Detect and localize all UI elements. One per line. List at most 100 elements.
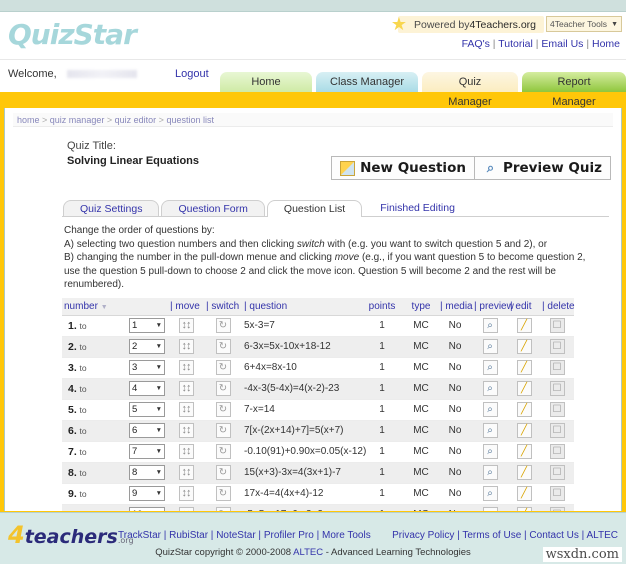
instructions-text: Change the order of questions by: A) sel… bbox=[62, 221, 609, 298]
edit-icon[interactable]: ╱ bbox=[517, 465, 532, 480]
preview-icon[interactable]: ⌕ bbox=[483, 339, 498, 354]
delete-icon[interactable]: ☐ bbox=[550, 318, 565, 333]
question-text: 15(x+3)-3x=4(3x+1)-7 bbox=[244, 467, 341, 478]
table-row: 10. to10▼↕↕↻-5+5x+17=6x-3+2x1MCNo⌕╱☐ bbox=[62, 504, 574, 512]
edit-icon[interactable]: ╱ bbox=[517, 318, 532, 333]
move-icon[interactable]: ↕↕ bbox=[179, 381, 194, 396]
row-number: 7. bbox=[68, 446, 77, 458]
row-position-select-cell: 4▼ bbox=[124, 378, 168, 399]
footer-link-more-tools[interactable]: More Tools bbox=[322, 530, 371, 541]
link-tutorial[interactable]: Tutorial bbox=[498, 38, 533, 50]
row-move-cell: ↕↕ bbox=[168, 357, 204, 378]
footer-link-altec[interactable]: ALTEC bbox=[587, 530, 619, 541]
nav-tab-home[interactable]: Home bbox=[220, 72, 312, 92]
preview-icon[interactable]: ⌕ bbox=[483, 423, 498, 438]
link-home[interactable]: Home bbox=[592, 38, 620, 50]
tab-question-list[interactable]: Question List bbox=[267, 200, 362, 217]
delete-icon[interactable]: ☐ bbox=[550, 486, 565, 501]
delete-icon[interactable]: ☐ bbox=[550, 360, 565, 375]
delete-icon[interactable]: ☐ bbox=[550, 444, 565, 459]
move-icon[interactable]: ↕↕ bbox=[179, 318, 194, 333]
delete-icon[interactable]: ☐ bbox=[550, 465, 565, 480]
move-icon[interactable]: ↕↕ bbox=[179, 360, 194, 375]
position-select[interactable]: 4▼ bbox=[129, 381, 165, 396]
row-number-cell: 7. to bbox=[62, 441, 124, 462]
tab-quiz-settings[interactable]: Quiz Settings bbox=[63, 200, 159, 217]
nav-tab-class-manager[interactable]: Class Manager bbox=[316, 72, 418, 92]
preview-icon[interactable]: ⌕ bbox=[483, 318, 498, 333]
preview-icon[interactable]: ⌕ bbox=[483, 465, 498, 480]
move-icon[interactable]: ↕↕ bbox=[179, 465, 194, 480]
breadcrumb-quiz-editor[interactable]: quiz editor bbox=[115, 115, 157, 125]
edit-icon[interactable]: ╱ bbox=[517, 381, 532, 396]
delete-icon[interactable]: ☐ bbox=[550, 339, 565, 354]
position-select[interactable]: 6▼ bbox=[129, 423, 165, 438]
preview-icon[interactable]: ⌕ bbox=[483, 444, 498, 459]
position-select[interactable]: 8▼ bbox=[129, 465, 165, 480]
position-select[interactable]: 2▼ bbox=[129, 339, 165, 354]
edit-icon[interactable]: ╱ bbox=[517, 339, 532, 354]
edit-icon[interactable]: ╱ bbox=[517, 444, 532, 459]
edit-icon[interactable]: ╱ bbox=[517, 360, 532, 375]
move-icon[interactable]: ↕↕ bbox=[179, 444, 194, 459]
move-icon[interactable]: ↕↕ bbox=[179, 423, 194, 438]
switch-icon[interactable]: ↻ bbox=[216, 486, 231, 501]
switch-icon[interactable]: ↻ bbox=[216, 381, 231, 396]
table-row: 3. to3▼↕↕↻6+4x=8x-101MCNo⌕╱☐ bbox=[62, 357, 574, 378]
switch-icon[interactable]: ↻ bbox=[216, 444, 231, 459]
delete-icon[interactable]: ☐ bbox=[550, 423, 565, 438]
footer-link-rubistar[interactable]: RubiStar bbox=[169, 530, 208, 541]
nav-tab-report-manager[interactable]: Report Manager bbox=[522, 72, 626, 92]
link-email-us[interactable]: Email Us bbox=[541, 38, 583, 50]
position-select[interactable]: 7▼ bbox=[129, 444, 165, 459]
breadcrumb-quiz-manager[interactable]: quiz manager bbox=[50, 115, 105, 125]
footer-link-privacy-policy[interactable]: Privacy Policy bbox=[392, 530, 454, 541]
copyright-pre: QuizStar copyright © 2000-2008 bbox=[155, 547, 293, 558]
logout-link[interactable]: Logout bbox=[175, 68, 209, 80]
tab-finished-editing[interactable]: Finished Editing bbox=[364, 200, 471, 217]
position-select[interactable]: 5▼ bbox=[129, 402, 165, 417]
edit-icon[interactable]: ╱ bbox=[517, 402, 532, 417]
edit-icon[interactable]: ╱ bbox=[517, 423, 532, 438]
copyright-altec-link[interactable]: ALTEC bbox=[293, 547, 323, 558]
switch-icon[interactable]: ↻ bbox=[216, 465, 231, 480]
row-delete-cell: ☐ bbox=[540, 357, 574, 378]
question-list-table: number ▼ | move | switch | question poin… bbox=[62, 298, 574, 513]
move-icon[interactable]: ↕↕ bbox=[179, 402, 194, 417]
footer-link-profiler-pro[interactable]: Profiler Pro bbox=[264, 530, 314, 541]
switch-icon[interactable]: ↻ bbox=[216, 402, 231, 417]
delete-icon[interactable]: ☐ bbox=[550, 381, 565, 396]
switch-icon[interactable]: ↻ bbox=[216, 318, 231, 333]
question-text: -0.10(91)+0.90x=0.05(x-12) bbox=[244, 446, 366, 457]
move-icon[interactable]: ↕↕ bbox=[179, 486, 194, 501]
breadcrumb-home[interactable]: home bbox=[17, 115, 40, 125]
position-select[interactable]: 9▼ bbox=[129, 486, 165, 501]
preview-icon[interactable]: ⌕ bbox=[483, 486, 498, 501]
col-move: | move bbox=[168, 298, 204, 316]
switch-icon[interactable]: ↻ bbox=[216, 339, 231, 354]
nav-tab-quiz-manager[interactable]: Quiz Manager bbox=[422, 72, 518, 92]
footer-link-contact-us[interactable]: Contact Us bbox=[529, 530, 578, 541]
position-select[interactable]: 3▼ bbox=[129, 360, 165, 375]
switch-icon[interactable]: ↻ bbox=[216, 423, 231, 438]
footer-link-trackstar[interactable]: TrackStar bbox=[118, 530, 161, 541]
footer-link-notestar[interactable]: NoteStar bbox=[216, 530, 255, 541]
position-select[interactable]: 1▼ bbox=[129, 318, 165, 333]
preview-icon[interactable]: ⌕ bbox=[483, 360, 498, 375]
preview-icon[interactable]: ⌕ bbox=[483, 402, 498, 417]
link-faqs[interactable]: FAQ's bbox=[462, 38, 490, 50]
col-number[interactable]: number ▼ bbox=[62, 298, 168, 316]
footer-link-terms-of-use[interactable]: Terms of Use bbox=[462, 530, 521, 541]
tab-question-form[interactable]: Question Form bbox=[161, 200, 264, 217]
row-type: MC bbox=[404, 483, 438, 504]
row-delete-cell: ☐ bbox=[540, 336, 574, 357]
teacher-tools-dropdown[interactable]: 4Teacher Tools ▼ bbox=[546, 16, 622, 32]
preview-quiz-button[interactable]: ⌕ Preview Quiz bbox=[474, 156, 611, 180]
edit-icon[interactable]: ╱ bbox=[517, 486, 532, 501]
move-icon[interactable]: ↕↕ bbox=[179, 339, 194, 354]
switch-icon[interactable]: ↻ bbox=[216, 360, 231, 375]
new-question-button[interactable]: New Question bbox=[331, 156, 474, 180]
preview-icon[interactable]: ⌕ bbox=[483, 381, 498, 396]
row-switch-cell: ↻ bbox=[204, 336, 242, 357]
delete-icon[interactable]: ☐ bbox=[550, 402, 565, 417]
